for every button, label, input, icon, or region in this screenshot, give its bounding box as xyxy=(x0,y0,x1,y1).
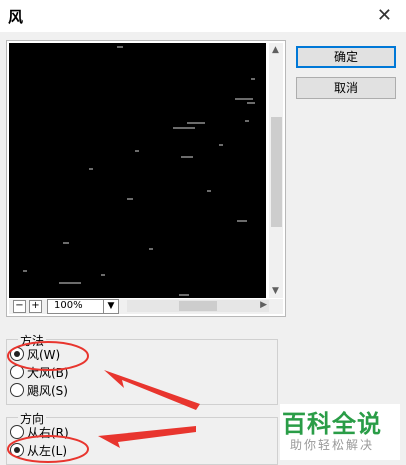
horizontal-scroll-thumb[interactable] xyxy=(179,301,217,311)
radio-from-right[interactable]: 从右(R) xyxy=(10,424,69,440)
radio-from-left-label: 从左(L) xyxy=(27,443,68,458)
preview-image[interactable] xyxy=(9,43,266,298)
zoom-out-button[interactable]: − xyxy=(13,300,26,313)
preview-toolbar: − + 100% ▼ ▶ xyxy=(9,299,283,314)
scroll-up-icon[interactable]: ▲ xyxy=(272,45,279,55)
zoom-select[interactable]: 100% ▼ xyxy=(47,299,119,314)
watermark-logo-text: 百科全说 xyxy=(282,410,382,438)
radio-from-left-control[interactable] xyxy=(10,443,24,457)
scroll-right-icon[interactable]: ▶ xyxy=(260,300,267,310)
vertical-scrollbar[interactable]: ▲ ▼ xyxy=(269,43,283,298)
window-title: 风 xyxy=(8,8,24,26)
wind-streaks xyxy=(23,46,255,296)
watermark-slogan: 助你轻松解决 xyxy=(290,438,375,452)
radio-wind-label: 风(W) xyxy=(27,347,61,362)
vertical-scroll-thumb[interactable] xyxy=(271,117,282,227)
title-bar: 风 ✕ xyxy=(0,0,406,32)
radio-from-right-label: 从右(R) xyxy=(27,425,69,440)
radio-wind[interactable]: 风(W) xyxy=(10,346,60,362)
cancel-button[interactable]: 取消 xyxy=(296,77,396,99)
ok-button[interactable]: 确定 xyxy=(296,46,396,68)
horizontal-scrollbar[interactable]: ▶ xyxy=(127,300,269,312)
radio-strong-wind-label: 大风(B) xyxy=(27,365,69,380)
radio-strong-wind-control[interactable] xyxy=(10,365,24,379)
close-icon[interactable]: ✕ xyxy=(377,5,392,26)
radio-strong-wind[interactable]: 大风(B) xyxy=(10,364,69,380)
radio-hurricane[interactable]: 飓风(S) xyxy=(10,382,68,398)
zoom-value: 100% xyxy=(54,300,83,311)
radio-hurricane-label: 飓风(S) xyxy=(27,383,68,398)
radio-hurricane-control[interactable] xyxy=(10,383,24,397)
watermark: 百科全说 助你轻松解决 xyxy=(280,404,400,460)
zoom-in-button[interactable]: + xyxy=(29,300,42,313)
radio-wind-control[interactable] xyxy=(10,347,24,361)
chevron-down-icon[interactable]: ▼ xyxy=(103,300,118,313)
radio-from-right-control[interactable] xyxy=(10,425,24,439)
radio-from-left[interactable]: 从左(L) xyxy=(10,442,67,458)
scroll-down-icon[interactable]: ▼ xyxy=(272,286,279,296)
preview-panel: ▲ ▼ − + 100% ▼ ▶ xyxy=(6,40,286,317)
